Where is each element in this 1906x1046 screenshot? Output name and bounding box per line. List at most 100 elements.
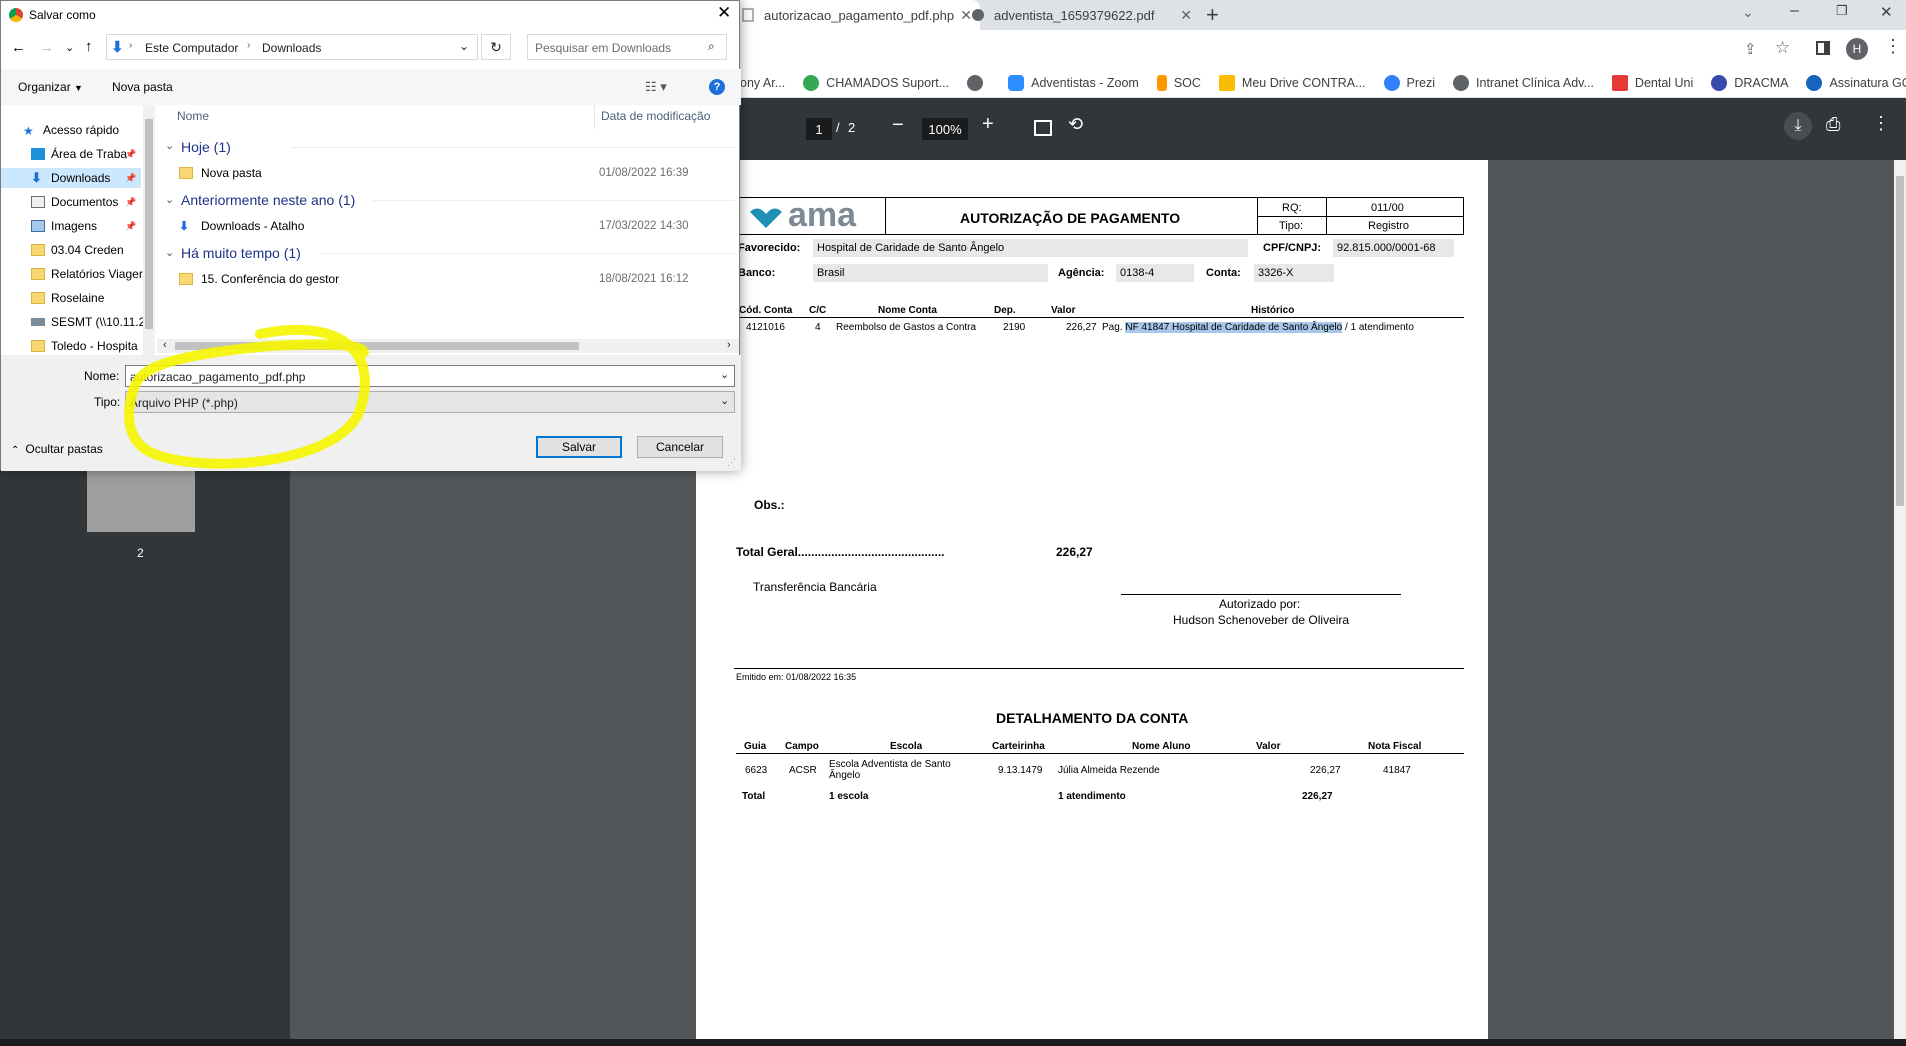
zoom-input[interactable]: 100% [922,118,968,140]
restore-icon[interactable]: ❐ [1836,3,1848,19]
scrollbar-thumb[interactable] [1896,176,1904,506]
group-header[interactable]: Hoje (1) [181,139,231,155]
group-chevron-icon[interactable]: ⌄ [165,193,174,206]
nav-label: 03.04 Creden [51,243,124,257]
nav-folder[interactable]: Roselaine [31,291,149,305]
avatar[interactable]: H [1846,38,1868,60]
cancel-label: Cancelar [655,440,705,454]
col-name-header[interactable]: Nome [177,109,209,123]
file-row[interactable]: 15. Conferência do gestor [179,272,339,286]
up-icon[interactable]: ↑ [85,38,93,55]
hide-folders-button[interactable]: ⌃ Ocultar pastas [11,442,103,456]
bookmark-item[interactable]: ony Ar... [740,76,785,90]
more-icon[interactable]: ⋮ [1872,113,1890,134]
download-icon[interactable]: ⤓ [1784,112,1812,140]
detail-valor: 226,27 [1310,765,1341,776]
nav-folder[interactable]: Toledo - Hospita [31,339,149,353]
dialog-close-icon[interactable]: ✕ [717,3,731,23]
tab-search-icon[interactable]: ⌄ [1742,4,1754,21]
scrollbar-thumb[interactable] [145,119,153,329]
bookmark-item[interactable]: Intranet Clínica Adv... [1453,74,1594,91]
browser-menu-icon[interactable]: ⋮ [1884,36,1902,57]
detail-aluno: Júlia Almeida Rezende [1058,765,1160,776]
detail-col-aluno: Nome Aluno [1132,741,1191,752]
help-label: ? [713,81,721,93]
address-dropdown-icon[interactable]: ⌄ [459,39,469,53]
bookmark-item[interactable]: Adventistas - Zoom [967,74,990,91]
bookmark-star-icon[interactable]: ☆ [1775,38,1790,58]
forward-icon[interactable]: → [39,39,54,56]
cpf-label: CPF/CNPJ: [1263,242,1322,254]
save-button[interactable]: Salvar [536,436,622,458]
pin-icon: 📌 [125,149,137,159]
chevron-down-icon[interactable]: ⌄ [720,368,729,381]
scrollbar-thumb[interactable] [175,342,579,350]
sidepanel-icon[interactable] [1816,41,1830,55]
bookmark-item[interactable]: CHAMADOS Suport... [803,74,949,91]
group-chevron-icon[interactable]: ⌄ [165,139,174,152]
tipo-label: Tipo: [1279,220,1304,232]
organize-label: Organizar [18,80,71,94]
tab-autorizacao[interactable]: autorizacao_pagamento_pdf.php ✕ [730,0,980,30]
page-number-input[interactable]: 1 [806,118,832,140]
fit-page-icon[interactable] [1034,120,1052,136]
group-header[interactable]: Anteriormente neste ano (1) [181,192,355,208]
bookmark-item[interactable]: Prezi [1383,74,1435,91]
bookmark-item[interactable]: SOC [1156,74,1201,91]
print-icon[interactable]: ⎙ [1826,114,1840,135]
cell-cc: 4 [815,322,821,333]
organize-button[interactable]: Organizar ▼ [18,80,83,94]
detail-guia: 6623 [745,765,768,776]
col-date-header[interactable]: Data de modificação [601,109,710,123]
globe-icon [1453,74,1470,91]
new-tab-button[interactable]: + [1206,2,1219,28]
breadcrumb-downloads[interactable]: Downloads [262,41,321,55]
close-window-icon[interactable]: ✕ [1880,3,1893,21]
pdf-file-icon [740,7,756,23]
bookmark-item[interactable]: Meu Drive CONTRA... [1218,74,1366,91]
zoom-in-icon[interactable]: + [982,113,994,136]
avatar-initial: H [1852,42,1862,56]
address-bar[interactable]: ⬇ › Este Computador › Downloads ⌄ [106,34,478,60]
nav-network[interactable]: SESMT (\\10.11.2 [31,315,149,329]
filetype-select[interactable]: Arquivo PHP (*.php) ⌄ [125,391,735,413]
nav-quick-access[interactable]: ★ Acesso rápido [23,123,141,137]
page-scrollbar[interactable] [1894,160,1906,1040]
group-header[interactable]: Há muito tempo (1) [181,245,301,261]
cancel-button[interactable]: Cancelar [637,436,723,458]
view-options-icon[interactable]: ☷ ▾ [645,79,667,95]
resize-grip-icon[interactable]: ⋰ [727,457,736,468]
group-chevron-icon[interactable]: ⌄ [165,246,174,259]
new-folder-button[interactable]: Nova pasta [112,80,173,94]
chrome-icon [9,8,23,22]
breadcrumb-computer[interactable]: Este Computador [145,41,238,55]
scroll-right-icon[interactable]: › [727,339,731,351]
back-icon[interactable]: ← [11,39,26,56]
rotate-icon[interactable]: ⟲ [1068,114,1083,135]
bookmark-item[interactable]: Adventistas - Zoom [1008,74,1139,91]
close-tab-icon[interactable]: ✕ [1180,7,1192,24]
search-input[interactable]: Pesquisar em Downloads ⌕ [527,34,727,60]
scroll-left-icon[interactable]: ‹ [163,339,167,351]
historico-highlight[interactable]: NF 41847 Hospital de Caridade de Santo Â… [1125,322,1343,333]
recent-chevron-icon[interactable]: ⌄ [65,41,74,54]
refresh-button[interactable]: ↻ [481,34,511,60]
nav-folder[interactable]: Relatórios Viager [31,267,149,281]
bookmark-label: Assinatura GOV [1829,75,1906,90]
filename-input[interactable]: autorizacao_pagamento_pdf.php ⌄ [125,365,735,387]
file-row[interactable]: Nova pasta [179,166,262,180]
nav-scrollbar[interactable] [143,105,155,355]
nav-folder[interactable]: 03.04 Creden [31,243,149,257]
file-list-hscrollbar[interactable]: ‹ › [157,339,739,353]
minimize-icon[interactable]: – [1790,2,1799,20]
help-icon[interactable]: ? [709,79,725,95]
zoom-out-icon[interactable]: − [892,114,904,137]
bookmark-item[interactable]: Assinatura GOV [1806,74,1906,91]
tab-adventista[interactable]: adventista_1659379622.pdf ✕ [960,0,1200,30]
bookmark-item[interactable]: Dental Uni [1611,74,1693,91]
bookmark-item[interactable]: DRACMA [1711,74,1788,91]
file-row[interactable]: ⬇ Downloads - Atalho [179,219,304,233]
page-thumbnail[interactable] [87,470,195,532]
detail-total-aluno: 1 atendimento [1058,791,1126,802]
share-icon[interactable]: ⇪ [1744,40,1757,58]
